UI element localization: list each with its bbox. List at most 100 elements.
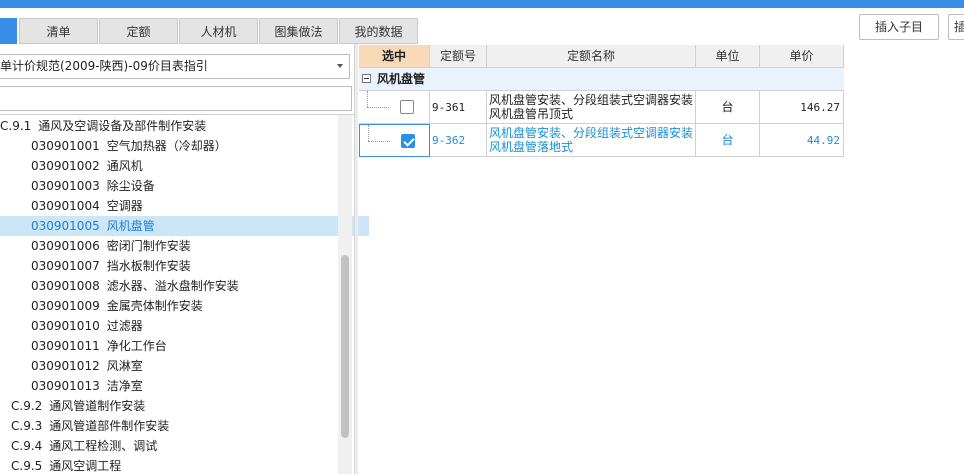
guide-select-value: 单计价规范(2009-陕西)-09价目表指引 <box>0 59 208 73</box>
tree-item-label: 滤水器、溢水盘制作安装 <box>106 279 239 293</box>
tree-item-code: 030901001 <box>31 139 100 153</box>
name-cell: 风机盘管安装、分段组装式空调器安装 风机盘管落地式 <box>487 124 696 157</box>
tree-item-code: 030901006 <box>31 239 100 253</box>
tree-item[interactable]: 030901004 空调器 <box>0 196 143 216</box>
tree-item[interactable]: C.9.2 通风管道制作安装 <box>0 396 145 416</box>
name-line: 风机盘管安装、分段组装式空调器安装 <box>489 93 694 107</box>
tree-item[interactable]: 030901012 风淋室 <box>0 356 143 376</box>
tree-item-code: 030901011 <box>31 339 100 353</box>
tree-item[interactable]: 030901009 金属壳体制作安装 <box>0 296 203 316</box>
tree-item-label: 通风工程检测、调试 <box>49 439 158 453</box>
tab-quota[interactable]: 定额 <box>99 18 178 44</box>
tree-item[interactable]: 030901003 除尘设备 <box>0 176 155 196</box>
tree-item-label: 风淋室 <box>106 359 143 373</box>
tree-item[interactable]: 030901013 洁净室 <box>0 376 143 396</box>
tree-item-label: 洁净室 <box>106 379 143 393</box>
tree-item-label: 通风机 <box>106 159 143 173</box>
header-price[interactable]: 单价 <box>760 45 844 68</box>
tree-item-code: 030901004 <box>31 199 100 213</box>
price-cell: 44.92 <box>760 124 844 157</box>
chevron-down-icon[interactable] <box>337 64 343 68</box>
tree-item-code: 030901007 <box>31 259 100 273</box>
tree-item-code: C.9.4 <box>11 439 43 453</box>
name-cell: 风机盘管安装、分段组装式空调器安装 风机盘管吊顶式 <box>487 91 696 124</box>
header-name[interactable]: 定额名称 <box>487 45 696 68</box>
panel-divider[interactable] <box>354 44 358 474</box>
tree-item-code: 030901003 <box>31 179 100 193</box>
unit-cell: 台 <box>696 124 760 157</box>
header-unit[interactable]: 单位 <box>696 45 760 68</box>
tree-item[interactable]: 030901008 滤水器、溢水盘制作安装 <box>0 276 239 296</box>
tree-scrollbar-thumb[interactable] <box>341 255 349 438</box>
tree-item-code: 030901008 <box>31 279 100 293</box>
tab-my-data[interactable]: 我的数据 <box>339 18 418 44</box>
tree-item[interactable]: C.9.4 通风工程检测、调试 <box>0 436 157 456</box>
tab-bill[interactable]: 清单 <box>19 18 98 44</box>
tree-line <box>368 141 390 142</box>
tree-item-label: 通风空调工程 <box>49 459 122 473</box>
tab-labor-material[interactable]: 人材机 <box>179 18 258 44</box>
tree-item[interactable]: C.9.5 通风空调工程 <box>0 456 121 476</box>
tree-item-code: 030901009 <box>31 299 100 313</box>
tree-item-label: 金属壳体制作安装 <box>106 299 203 313</box>
tree-item-label: 通风及空调设备及部件制作安装 <box>38 119 207 133</box>
tree-item-code: C.9.3 <box>11 419 43 433</box>
name-line: 风机盘管安装、分段组装式空调器安装 <box>489 126 694 140</box>
table-row[interactable]: 9-361 风机盘管安装、分段组装式空调器安装 风机盘管吊顶式 台 146.27 <box>359 91 844 124</box>
header-selected[interactable]: 选中 <box>359 45 430 68</box>
table-row[interactable]: 9-362 风机盘管安装、分段组装式空调器安装 风机盘管落地式 台 44.92 <box>359 124 844 157</box>
tree-item[interactable]: 030901011 净化工作台 <box>0 336 167 356</box>
row-checkbox[interactable] <box>400 100 414 114</box>
tree-item-code: C.9.2 <box>11 399 43 413</box>
code-cell: 9-362 <box>430 124 487 157</box>
tree-item[interactable]: C.9.1 通风及空调设备及部件制作安装 <box>0 116 206 136</box>
tab-atlas[interactable]: 图集做法 <box>259 18 338 44</box>
tab-index[interactable] <box>0 18 17 44</box>
tree-item-label: 风机盘管 <box>106 219 155 233</box>
name-line: 风机盘管吊顶式 <box>489 107 574 121</box>
select-cell[interactable] <box>359 91 430 124</box>
tree-item-code: C.9.1 <box>0 119 32 133</box>
code-cell: 9-361 <box>430 91 487 124</box>
tree-item-code: 030901005 <box>31 219 100 233</box>
group-label: 风机盘管 <box>377 72 426 86</box>
collapse-icon[interactable] <box>362 74 371 83</box>
tree-item-label: 净化工作台 <box>106 339 167 353</box>
tree-item-label: 通风管道部件制作安装 <box>49 419 170 433</box>
tree-item-code: C.9.5 <box>11 459 43 473</box>
select-cell[interactable] <box>359 124 430 157</box>
tree-line <box>367 107 389 108</box>
tree-item-label: 除尘设备 <box>106 179 155 193</box>
tree-item-label: 空气加热器（冷却器） <box>106 139 227 153</box>
tree-item-label: 空调器 <box>106 199 143 213</box>
tree-line <box>368 125 369 141</box>
tree-item-code: 030901002 <box>31 159 100 173</box>
top-accent-bar <box>0 0 964 8</box>
price-cell: 146.27 <box>760 91 844 124</box>
tree-item[interactable]: 030901002 通风机 <box>0 156 143 176</box>
unit-cell: 台 <box>696 91 760 124</box>
tree-item[interactable]: 030901001 空气加热器（冷却器） <box>0 136 227 156</box>
tree-item-label: 挡水板制作安装 <box>106 259 191 273</box>
tab-bar: 清单 定额 人材机 图集做法 我的数据 <box>0 18 964 44</box>
row-checkbox[interactable] <box>401 134 415 148</box>
tree-item-code: 030901013 <box>31 379 100 393</box>
group-row[interactable]: 风机盘管 <box>359 68 844 91</box>
tree-item-code: 030901012 <box>31 359 100 373</box>
tree-line <box>367 91 368 107</box>
tree-item[interactable]: C.9.3 通风管道部件制作安装 <box>0 416 169 436</box>
name-line: 风机盘管落地式 <box>489 140 574 154</box>
tree-item-label: 通风管道制作安装 <box>49 399 146 413</box>
guide-select[interactable]: 单计价规范(2009-陕西)-09价目表指引 <box>0 54 350 79</box>
tree-item[interactable]: 030901006 密闭门制作安装 <box>0 236 191 256</box>
header-code[interactable]: 定额号 <box>430 45 487 68</box>
search-input[interactable] <box>0 86 352 111</box>
tree-item-label: 过滤器 <box>106 319 143 333</box>
tree-item-label: 密闭门制作安装 <box>106 239 191 253</box>
tree-item[interactable]: 030901010 过滤器 <box>0 316 143 336</box>
insert-button-partial[interactable]: 插 <box>948 14 964 40</box>
insert-child-button[interactable]: 插入子目 <box>859 14 939 40</box>
tree-item[interactable]: 030901005 风机盘管 <box>0 216 369 236</box>
tree-item[interactable]: 030901007 挡水板制作安装 <box>0 256 191 276</box>
tree-item-code: 030901010 <box>31 319 100 333</box>
